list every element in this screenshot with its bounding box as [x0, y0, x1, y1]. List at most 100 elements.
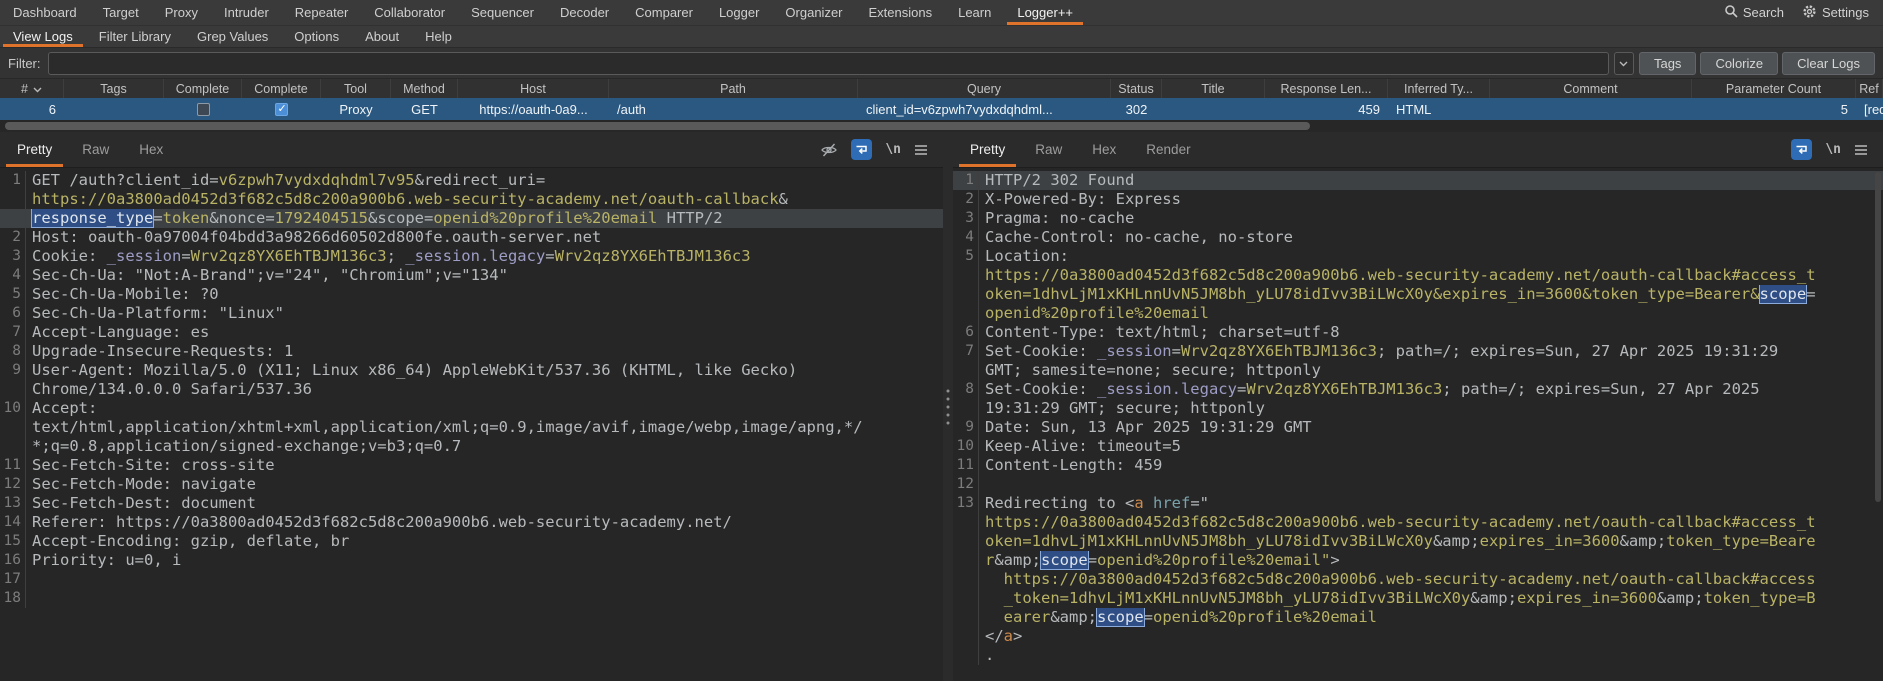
token-attr: href	[1153, 494, 1190, 512]
menu-icon[interactable]	[1854, 144, 1868, 156]
menu-tab-collaborator[interactable]: Collaborator	[361, 0, 458, 25]
menu-tab-extensions[interactable]: Extensions	[856, 0, 946, 25]
complete-checkbox-unchecked[interactable]	[197, 103, 210, 116]
token-h: HTTP/2 302 Found	[985, 171, 1134, 189]
column-header-label: Complete	[176, 82, 230, 96]
column-header-label: Host	[520, 82, 546, 96]
token-h: >	[1013, 627, 1022, 645]
menu-tab-organizer[interactable]: Organizer	[772, 0, 855, 25]
response-vscrollbar[interactable]	[1875, 172, 1881, 502]
search-label: Search	[1743, 5, 1784, 20]
request-tab-hex[interactable]: Hex	[124, 132, 178, 167]
request-line-text: Sec-Ch-Ua-Mobile: ?0	[26, 285, 219, 304]
subnav-tab-options[interactable]: Options	[281, 26, 352, 47]
subnav-tab-help[interactable]: Help	[412, 26, 465, 47]
wrap-icon[interactable]	[1791, 139, 1812, 160]
wrap-icon[interactable]	[851, 139, 872, 160]
colorize-button[interactable]: Colorize	[1700, 52, 1778, 75]
settings-label: Settings	[1822, 5, 1869, 20]
column-header-comment[interactable]: Comment	[1490, 79, 1692, 98]
menu-icon[interactable]	[914, 144, 928, 156]
menubar-actions: Search Settings	[1724, 0, 1883, 25]
table-hscrollbar[interactable]	[0, 120, 1883, 132]
response-line-text: Location:	[979, 247, 1069, 266]
column-header-title[interactable]: Title	[1162, 79, 1265, 98]
newline-icon[interactable]: \n	[885, 142, 901, 157]
line-number: 2	[0, 228, 26, 247]
filter-history-dropdown[interactable]	[1614, 52, 1634, 75]
response-tab-pretty[interactable]: Pretty	[955, 132, 1020, 167]
token-h: &nonce=	[209, 209, 274, 227]
subnav-tab-filter-library[interactable]: Filter Library	[86, 26, 184, 47]
line-number: 6	[953, 323, 979, 342]
newline-icon[interactable]: \n	[1825, 142, 1841, 157]
token-h: =	[1237, 380, 1246, 398]
menu-tab-repeater[interactable]: Repeater	[282, 0, 361, 25]
table-hscrollbar-thumb[interactable]	[5, 122, 1310, 130]
settings-button[interactable]: Settings	[1802, 4, 1869, 22]
tags-button[interactable]: Tags	[1639, 52, 1696, 75]
response-tab-render[interactable]: Render	[1131, 132, 1205, 167]
token-h: &amp;	[1433, 532, 1480, 550]
filter-input[interactable]	[48, 52, 1609, 75]
column-header-response-len[interactable]: Response Len...	[1265, 79, 1388, 98]
column-header-parameter-count[interactable]: Parameter Count	[1692, 79, 1856, 98]
row-cell-response-len: 459	[1265, 102, 1388, 117]
request-tab-raw[interactable]: Raw	[67, 132, 124, 167]
column-header-ref[interactable]: Ref	[1856, 79, 1883, 98]
search-button[interactable]: Search	[1724, 4, 1784, 21]
row-cell-ref: [redi	[1856, 102, 1883, 117]
request-tab-pretty[interactable]: Pretty	[2, 132, 67, 167]
token-h: Chrome/134.0.0.0 Safari/537.36	[32, 380, 312, 398]
token-h: Sec-Ch-Ua: "Not:A-Brand";v="24", "Chromi…	[32, 266, 508, 284]
token-h: &amp;	[994, 551, 1041, 569]
response-line-text: Set-Cookie: _session.legacy=Wrv2qz8YX6Eh…	[979, 380, 1760, 399]
column-header-status[interactable]: Status	[1111, 79, 1162, 98]
subnav-tab-about[interactable]: About	[352, 26, 412, 47]
menu-tab-sequencer[interactable]: Sequencer	[458, 0, 547, 25]
request-line: 6Sec-Ch-Ua-Platform: "Linux"	[0, 304, 943, 323]
response-tab-raw[interactable]: Raw	[1020, 132, 1077, 167]
column-header-label: Method	[403, 82, 445, 96]
request-line-text: Referer: https://0a3800ad0452d3f682c5d8c…	[26, 513, 732, 532]
filter-label: Filter:	[8, 56, 41, 71]
request-line-text: *;q=0.8,application/signed-exchange;v=b3…	[26, 437, 461, 456]
token-h: >	[1330, 551, 1339, 569]
line-number: 9	[0, 361, 26, 380]
column-header-complete[interactable]: Complete	[242, 79, 321, 98]
subnav-tab-grep-values[interactable]: Grep Values	[184, 26, 281, 47]
request-line-text: User-Agent: Mozilla/5.0 (X11; Linux x86_…	[26, 361, 797, 380]
panel-splitter[interactable]	[943, 132, 953, 681]
menu-tab-proxy[interactable]: Proxy	[152, 0, 211, 25]
column-header-tags[interactable]: Tags	[64, 79, 164, 98]
column-header-host[interactable]: Host	[458, 79, 609, 98]
request-line-text: Chrome/134.0.0.0 Safari/537.36	[26, 380, 312, 399]
column-header-inferred-ty[interactable]: Inferred Ty...	[1388, 79, 1490, 98]
menu-tab-target[interactable]: Target	[90, 0, 152, 25]
menu-tab-intruder[interactable]: Intruder	[211, 0, 282, 25]
column-header-complete[interactable]: Complete	[164, 79, 242, 98]
column-header-path[interactable]: Path	[609, 79, 858, 98]
response-tab-hex[interactable]: Hex	[1077, 132, 1131, 167]
log-table-selected-row[interactable]: 6ProxyGEThttps://oauth-0a9.../authclient…	[0, 98, 1883, 120]
column-header-method[interactable]: Method	[391, 79, 458, 98]
subnav-tab-view-logs[interactable]: View Logs	[0, 26, 86, 47]
response-line: earer&amp;scope=openid%20profile%20email	[953, 608, 1883, 627]
menu-tab-learn[interactable]: Learn	[945, 0, 1004, 25]
menu-tab-decoder[interactable]: Decoder	[547, 0, 622, 25]
complete-checkbox-checked[interactable]	[275, 103, 288, 116]
token-h: &redirect_uri=	[415, 171, 546, 189]
clear-logs-button[interactable]: Clear Logs	[1782, 52, 1875, 75]
column-header-label: #	[21, 82, 28, 96]
response-line-text: Cache-Control: no-cache, no-store	[979, 228, 1293, 247]
menu-tab-logger[interactable]: Logger	[706, 0, 772, 25]
menu-tab-comparer[interactable]: Comparer	[622, 0, 706, 25]
column-header-tool[interactable]: Tool	[321, 79, 391, 98]
column-header-[interactable]: #	[0, 79, 64, 98]
menu-tab-logger[interactable]: Logger++	[1004, 0, 1086, 25]
eye-hidden-icon[interactable]	[820, 142, 838, 158]
menu-tab-dashboard[interactable]: Dashboard	[0, 0, 90, 25]
token-tag: a	[1134, 494, 1143, 512]
response-line-text: GMT; samesite=none; secure; httponly	[979, 361, 1321, 380]
column-header-query[interactable]: Query	[858, 79, 1111, 98]
